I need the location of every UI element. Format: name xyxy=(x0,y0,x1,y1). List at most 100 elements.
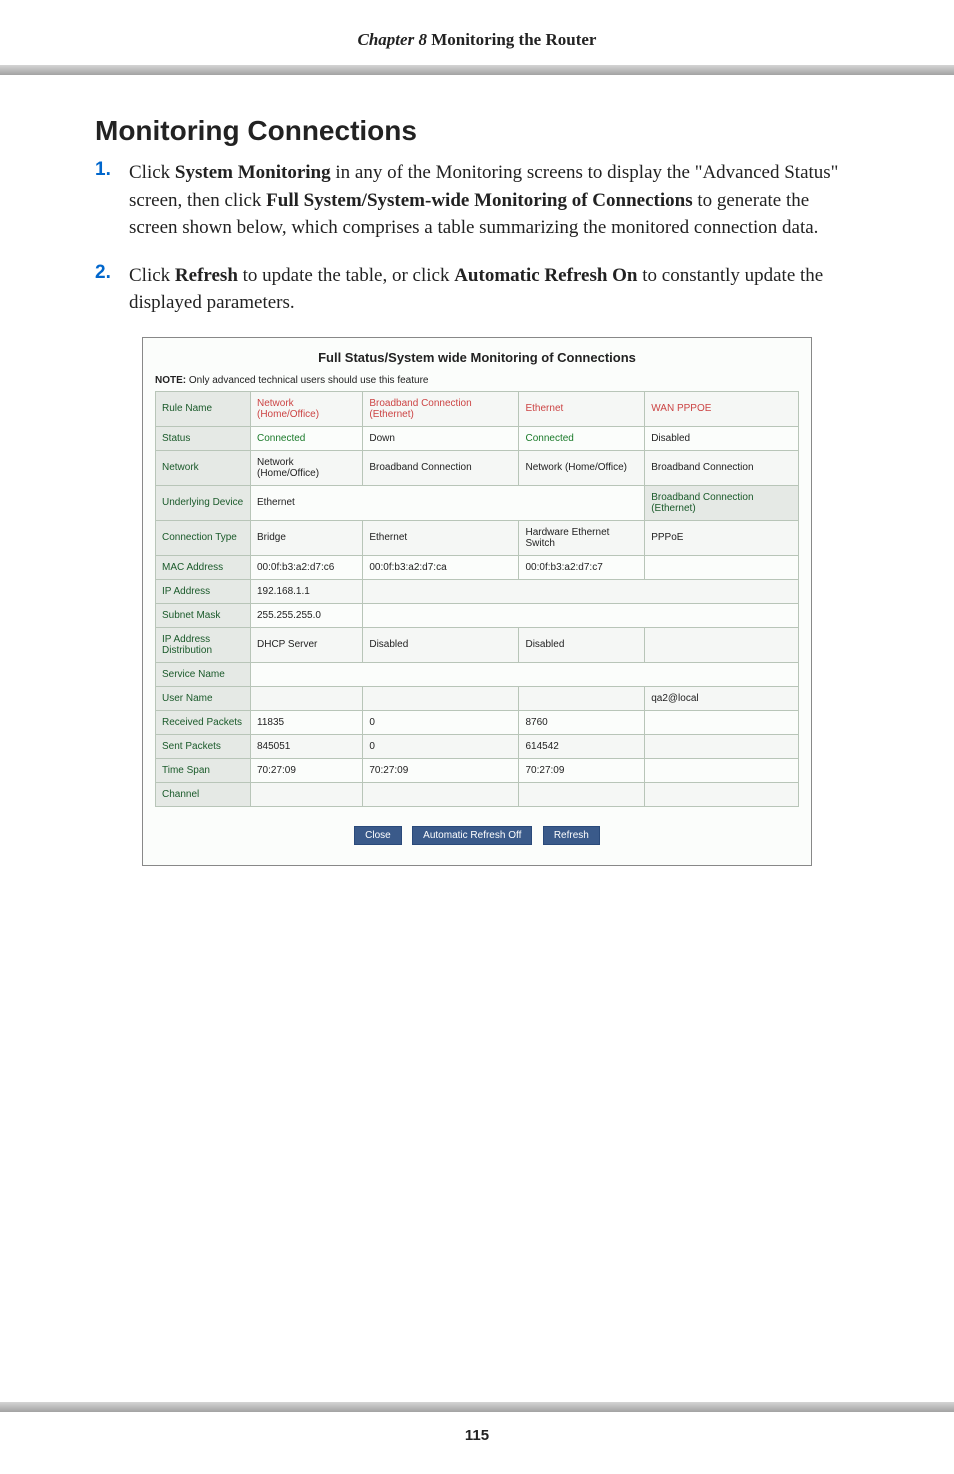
chapter-title: Monitoring the Router xyxy=(427,30,597,49)
cell xyxy=(645,782,799,806)
cell xyxy=(645,734,799,758)
content: Monitoring Connections 1. Click System M… xyxy=(0,115,954,866)
note-label: NOTE: xyxy=(155,375,186,386)
cell[interactable]: WAN PPPOE xyxy=(645,391,799,426)
text-bold: Refresh xyxy=(175,265,238,286)
screenshot-note: NOTE: Only advanced technical users shou… xyxy=(155,375,799,386)
table-row: StatusConnectedDownConnectedDisabled xyxy=(156,426,799,450)
row-label: Subnet Mask xyxy=(156,603,251,627)
refresh-button[interactable]: Refresh xyxy=(543,826,600,845)
row-label: IP Address xyxy=(156,579,251,603)
cell: 255.255.255.0 xyxy=(251,603,363,627)
cell: DHCP Server xyxy=(251,627,363,662)
cell: Ethernet xyxy=(251,485,645,520)
header: Chapter 8 Monitoring the Router xyxy=(0,0,954,65)
cell: Connected xyxy=(519,426,645,450)
row-label: Network xyxy=(156,450,251,485)
step-text: Click System Monitoring in any of the Mo… xyxy=(129,159,859,242)
cell: Network (Home/Office) xyxy=(251,450,363,485)
cell: 70:27:09 xyxy=(363,758,519,782)
text-bold: Full System/System-wide Monitoring of Co… xyxy=(266,190,692,211)
cell[interactable]: Network (Home/Office) xyxy=(251,391,363,426)
step-text: Click Refresh to update the table, or cl… xyxy=(129,262,859,317)
text-bold: System Monitoring xyxy=(175,162,331,183)
cell: Down xyxy=(363,426,519,450)
page-number: 115 xyxy=(0,1427,954,1444)
table-row: Underlying DeviceEthernetBroadband Conne… xyxy=(156,485,799,520)
auto-refresh-button[interactable]: Automatic Refresh Off xyxy=(412,826,532,845)
cell: 614542 xyxy=(519,734,645,758)
cell xyxy=(363,782,519,806)
close-button[interactable]: Close xyxy=(354,826,402,845)
cell xyxy=(251,662,799,686)
cell[interactable]: Ethernet xyxy=(519,391,645,426)
cell xyxy=(519,782,645,806)
row-label: Connection Type xyxy=(156,520,251,555)
row-label: Channel xyxy=(156,782,251,806)
cell: Broadband Connection (Ethernet) xyxy=(645,485,799,520)
text-bold: Automatic Refresh On xyxy=(454,265,637,286)
row-label: MAC Address xyxy=(156,555,251,579)
table-row: Rule NameNetwork (Home/Office)Broadband … xyxy=(156,391,799,426)
table-row: NetworkNetwork (Home/Office)Broadband Co… xyxy=(156,450,799,485)
cell xyxy=(251,686,363,710)
row-label: Service Name xyxy=(156,662,251,686)
cell: Broadband Connection xyxy=(645,450,799,485)
table-row: MAC Address00:0f:b3:a2:d7:c600:0f:b3:a2:… xyxy=(156,555,799,579)
cell xyxy=(363,686,519,710)
table-row: User Name qa2@local xyxy=(156,686,799,710)
row-label: Sent Packets xyxy=(156,734,251,758)
footer-divider xyxy=(0,1402,954,1412)
row-label: Time Span xyxy=(156,758,251,782)
cell: Bridge xyxy=(251,520,363,555)
cell xyxy=(251,782,363,806)
table-row: Time Span70:27:0970:27:0970:27:09 xyxy=(156,758,799,782)
cell: Hardware Ethernet Switch xyxy=(519,520,645,555)
cell: Network (Home/Office) xyxy=(519,450,645,485)
step-2: 2. Click Refresh to update the table, or… xyxy=(95,262,859,317)
cell: Broadband Connection xyxy=(363,450,519,485)
cell xyxy=(645,758,799,782)
cell: Ethernet xyxy=(363,520,519,555)
cell xyxy=(645,555,799,579)
header-divider xyxy=(0,65,954,75)
cell xyxy=(645,710,799,734)
cell: 11835 xyxy=(251,710,363,734)
table-row: IP Address192.168.1.1 xyxy=(156,579,799,603)
cell: 00:0f:b3:a2:d7:c7 xyxy=(519,555,645,579)
cell: Disabled xyxy=(645,426,799,450)
row-label: Status xyxy=(156,426,251,450)
table-row: Subnet Mask255.255.255.0 xyxy=(156,603,799,627)
chapter-label: Chapter 8 xyxy=(358,30,427,49)
cell: 192.168.1.1 xyxy=(251,579,363,603)
table-row: Received Packets1183508760 xyxy=(156,710,799,734)
row-label: IP Address Distribution xyxy=(156,627,251,662)
table-row: Sent Packets8450510614542 xyxy=(156,734,799,758)
text-part: Click xyxy=(129,162,175,183)
table-row: Channel xyxy=(156,782,799,806)
cell: qa2@local xyxy=(645,686,799,710)
section-heading: Monitoring Connections xyxy=(95,115,859,147)
cell: 00:0f:b3:a2:d7:ca xyxy=(363,555,519,579)
step-number: 1. xyxy=(95,159,129,242)
cell: Disabled xyxy=(519,627,645,662)
table-row: IP Address DistributionDHCP ServerDisabl… xyxy=(156,627,799,662)
row-label: User Name xyxy=(156,686,251,710)
table-row: Service Name xyxy=(156,662,799,686)
screenshot-title: Full Status/System wide Monitoring of Co… xyxy=(155,350,799,365)
table-row: Connection TypeBridgeEthernetHardware Et… xyxy=(156,520,799,555)
screenshot-panel: Full Status/System wide Monitoring of Co… xyxy=(142,337,812,866)
cell: PPPoE xyxy=(645,520,799,555)
button-row: Close Automatic Refresh Off Refresh xyxy=(155,825,799,845)
note-text: Only advanced technical users should use… xyxy=(186,375,428,386)
cell xyxy=(363,603,799,627)
step-number: 2. xyxy=(95,262,129,317)
cell: Disabled xyxy=(363,627,519,662)
connections-table: Rule NameNetwork (Home/Office)Broadband … xyxy=(155,391,799,807)
cell: 845051 xyxy=(251,734,363,758)
cell: 70:27:09 xyxy=(251,758,363,782)
cell xyxy=(519,686,645,710)
row-label: Underlying Device xyxy=(156,485,251,520)
cell: 0 xyxy=(363,734,519,758)
cell[interactable]: Broadband Connection (Ethernet) xyxy=(363,391,519,426)
